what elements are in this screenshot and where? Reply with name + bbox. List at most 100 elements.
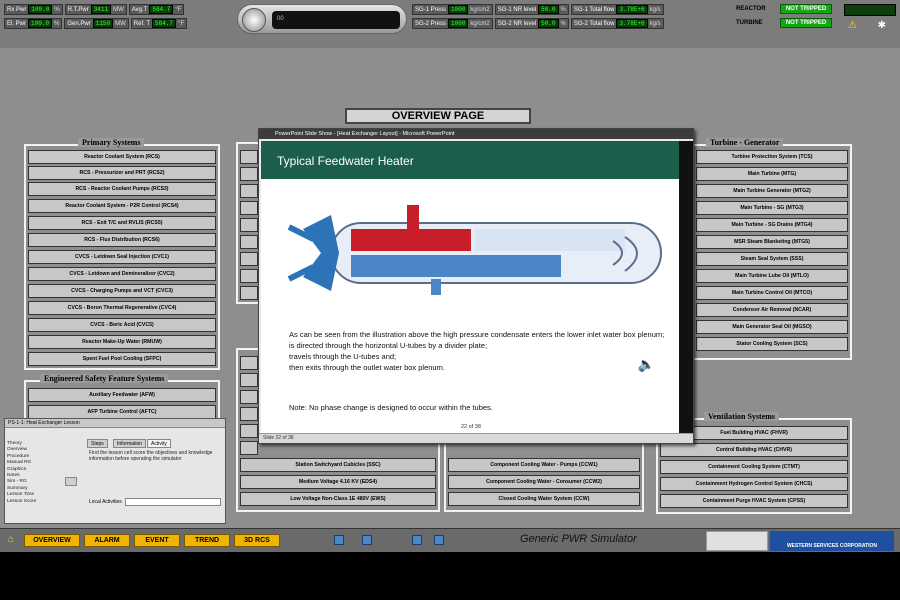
- turbine-title: Turbine - Generator: [706, 138, 784, 147]
- system-button[interactable]: Condenser Air Removal (NCAR): [696, 303, 848, 317]
- system-button[interactable]: Main Generator Seal Oil (MGSO): [696, 320, 848, 334]
- play-button[interactable]: [242, 8, 266, 32]
- simulator-title: Generic PWR Simulator: [520, 533, 637, 545]
- system-button[interactable]: Main Turbine (MTG): [696, 167, 848, 181]
- system-button[interactable]: Main Turbine - SG Drains (MTG4): [696, 218, 848, 232]
- status-label: Gen.Pwr: [67, 20, 91, 27]
- system-button[interactable]: Stator Cooling System (SCS): [696, 337, 848, 351]
- system-button-hidden[interactable]: [240, 356, 258, 370]
- tab-activity[interactable]: Activity: [147, 439, 171, 448]
- speaker-icon[interactable]: 🔈: [638, 356, 655, 373]
- status-label: El. Pwr: [7, 20, 27, 27]
- system-button[interactable]: CVCS - Charging Pumps and VCT (CVC3): [28, 284, 216, 298]
- status-row-2: El. Pwr 100.0% Gen.Pwr 1150 MW Ref. T 584.7 °…: [4, 18, 188, 29]
- system-button[interactable]: Spent Fuel Pool Cooling (SFPC): [28, 352, 216, 366]
- trend-button[interactable]: TREND: [184, 534, 230, 547]
- system-button[interactable]: Main Turbine Control Oil (MTCO): [696, 286, 848, 300]
- system-button[interactable]: MSR Steam Blanketing (MTG5): [696, 235, 848, 249]
- system-button[interactable]: Medium Voltage 4.16 KV (EDS4): [240, 475, 436, 489]
- system-button-hidden[interactable]: [240, 201, 258, 215]
- taskbar-app-icon[interactable]: [362, 535, 372, 545]
- system-button[interactable]: Closed Cooling Water System (CCW): [448, 492, 640, 506]
- system-button[interactable]: CVCS - Letdown and Demineralizer (CVC2): [28, 267, 216, 281]
- system-button[interactable]: Reactor Make-Up Water (RMUW): [28, 335, 216, 349]
- 3d-rcs-button[interactable]: 3D RCS: [234, 534, 280, 547]
- system-button[interactable]: RCS - Exit T/C and RVLIS (RCS5): [28, 216, 216, 230]
- system-button[interactable]: Low Voltage Non-Class 1E 480V (EWS): [240, 492, 436, 506]
- tab-steps[interactable]: Steps: [87, 439, 108, 448]
- feedwater-heater-diagram: [287, 205, 662, 295]
- status-value: 1000: [448, 19, 469, 28]
- taskbar-app-icon[interactable]: [434, 535, 444, 545]
- system-button[interactable]: Reactor Coolant System (RCS): [28, 150, 216, 164]
- status-value: 1150: [92, 19, 114, 28]
- status-unit: kg/cm2: [470, 20, 490, 27]
- system-button[interactable]: Main Turbine Lube Oil (MTLO): [696, 269, 848, 283]
- status-unit: kg/s: [649, 6, 661, 13]
- system-button[interactable]: Station Switchyard Cubicles (SSC): [240, 458, 436, 472]
- overview-button[interactable]: OVERVIEW: [24, 534, 80, 547]
- system-button[interactable]: Reactor Coolant System - P2R Control (RC…: [28, 199, 216, 213]
- status-label: SG-1 Total flow: [573, 6, 615, 13]
- slide-paragraph: is directed through the horizontal U-tub…: [289, 341, 488, 350]
- system-button-hidden[interactable]: [240, 150, 258, 164]
- system-button-hidden[interactable]: [240, 184, 258, 198]
- event-button[interactable]: EVENT: [134, 534, 180, 547]
- system-button[interactable]: RCS - Pressurizer and PRT (RCS2): [28, 166, 216, 180]
- settings-icon[interactable]: ✱: [878, 20, 886, 31]
- system-button[interactable]: CVCS - Boron Thermal Regenerative (CVC4): [28, 301, 216, 315]
- system-button-hidden[interactable]: [240, 269, 258, 283]
- taskbar-app-icon[interactable]: [412, 535, 422, 545]
- status-unit: kg/cm2: [470, 6, 490, 13]
- status-unit: kg/s: [649, 20, 661, 27]
- alarm-button[interactable]: ALARM: [84, 534, 130, 547]
- system-button[interactable]: Containment Hydrogen Control System (CHC…: [660, 477, 848, 491]
- system-button[interactable]: Component Cooling Water - Pumps (CCW1): [448, 458, 640, 472]
- taskbar-app-icon[interactable]: [334, 535, 344, 545]
- ventilation-title: Ventilation Systems: [704, 412, 780, 421]
- status-cell: SG-2 Total flow 3.78E+6 kg/s: [570, 18, 664, 29]
- system-button-hidden[interactable]: [240, 424, 258, 438]
- slide: Typical Feedwater Heater As can be seen …: [261, 141, 679, 433]
- tutorial-ok-button[interactable]: [65, 477, 77, 486]
- system-button-hidden[interactable]: [240, 252, 258, 266]
- system-button-hidden[interactable]: [240, 407, 258, 421]
- system-button[interactable]: Turbine Protection System (TCS): [696, 150, 848, 164]
- tab-information[interactable]: Information: [113, 439, 147, 448]
- system-button[interactable]: AFP Turbine Control (AFTC): [28, 405, 216, 419]
- status-unit: °F: [178, 20, 185, 27]
- slide-side-strip: [679, 141, 693, 433]
- system-button[interactable]: Main Turbine Generator (MTG2): [696, 184, 848, 198]
- media-player[interactable]: 00: [237, 4, 407, 34]
- status-label: Rx Pwr: [7, 6, 27, 13]
- system-button[interactable]: Containment Cooling System (CTMT): [660, 460, 848, 474]
- slideshow-window[interactable]: PowerPoint Slide Show - [Heat Exchanger …: [258, 128, 694, 444]
- tutorial-text: Find the lesson cell score the objective…: [89, 450, 213, 462]
- system-button-hidden[interactable]: [240, 218, 258, 232]
- system-button[interactable]: Main Turbine - SG (MTG3): [696, 201, 848, 215]
- system-button[interactable]: Steam Seal System (SSS): [696, 252, 848, 266]
- partner-logo: [706, 531, 768, 551]
- system-button-hidden[interactable]: [240, 235, 258, 249]
- system-button-hidden[interactable]: [240, 286, 258, 300]
- system-button[interactable]: RCS - Flux Distribution (RCS6): [28, 233, 216, 247]
- warning-icon[interactable]: ⚠: [848, 20, 860, 31]
- slideshow-statusbar: Slide 22 of 38: [259, 433, 693, 443]
- slide-number: 22 of 38: [461, 424, 481, 430]
- system-button[interactable]: CVCS - Letdown Seal Injection (CVC1): [28, 250, 216, 264]
- system-button-hidden[interactable]: [240, 441, 258, 455]
- system-button[interactable]: Component Cooling Water - Consumer (CCW2…: [448, 475, 640, 489]
- window-titlebar[interactable]: PowerPoint Slide Show - [Heat Exchanger …: [259, 129, 693, 139]
- system-button-hidden[interactable]: [240, 390, 258, 404]
- system-button-hidden[interactable]: [240, 373, 258, 387]
- system-button-hidden[interactable]: [240, 167, 258, 181]
- tutorial-panel[interactable]: PS-1-1: Heat Exchanger Lesson Steps Info…: [4, 418, 226, 524]
- system-button[interactable]: RCS - Reactor Coolant Pumps (RCS3): [28, 182, 216, 196]
- system-button[interactable]: CVCS - Boric Acid (CVC5): [28, 318, 216, 332]
- system-button[interactable]: Control Building HVAC (CHVR): [660, 443, 848, 457]
- home-icon[interactable]: ⌂: [8, 534, 20, 546]
- system-button[interactable]: Containment Purge HVAC System (CPSS): [660, 494, 848, 508]
- local-activities-select[interactable]: [125, 498, 221, 506]
- slide-note: Note: No phase change is designed to occ…: [289, 403, 493, 412]
- system-button[interactable]: Auxiliary Feedwater (AFW): [28, 388, 216, 402]
